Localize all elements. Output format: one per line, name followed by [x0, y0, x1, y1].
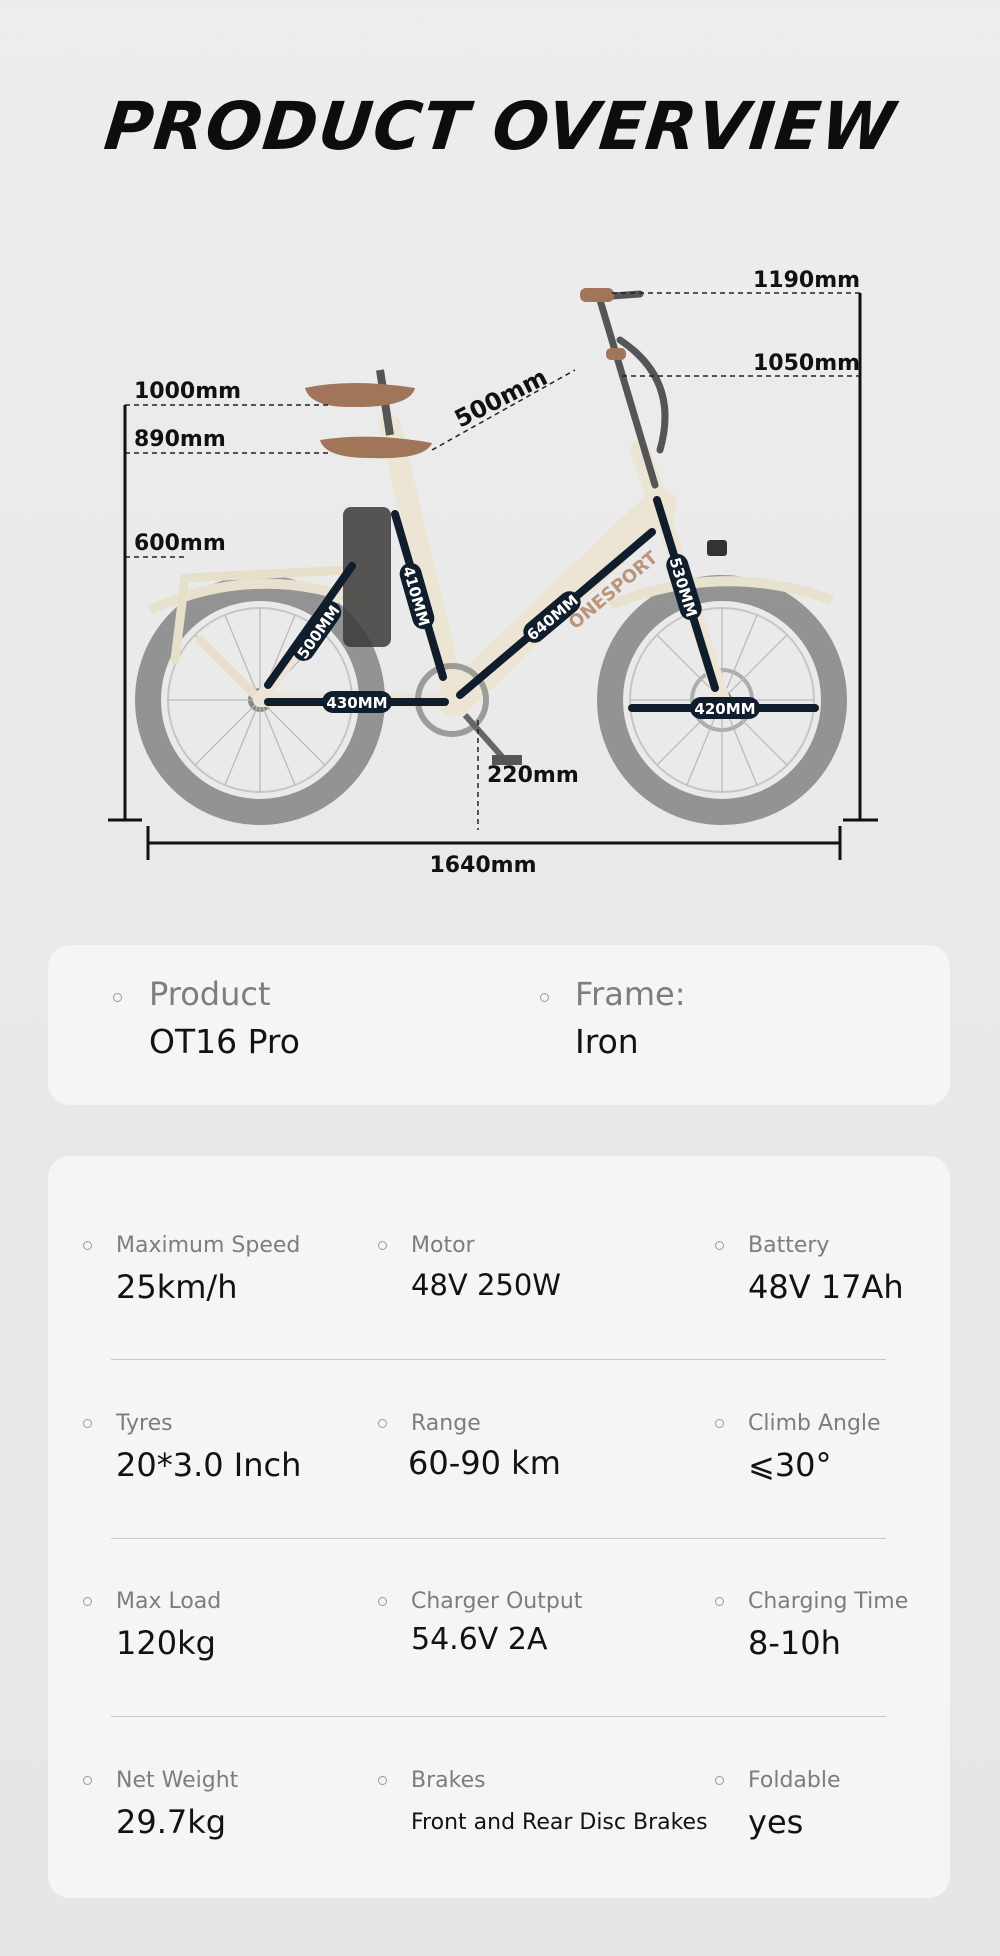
overview-label: Product — [149, 975, 271, 1013]
bullet-icon — [378, 1597, 387, 1606]
spec-value: 54.6V 2A — [411, 1622, 548, 1657]
spec-value: ⩽30° — [748, 1446, 832, 1484]
bullet-icon — [83, 1776, 92, 1785]
bullet-icon — [715, 1419, 724, 1428]
bullet-icon — [715, 1776, 724, 1785]
bullet-icon — [715, 1241, 724, 1250]
bullet-icon — [83, 1597, 92, 1606]
overview-value: Iron — [575, 1022, 639, 1061]
bullet-icon — [83, 1419, 92, 1428]
spec-value: 60-90 km — [408, 1444, 561, 1482]
saddle-high — [305, 383, 415, 408]
spec-value: 48V 17Ah — [748, 1268, 904, 1306]
row-divider — [111, 1359, 886, 1360]
handlebar-high-label: 1190mm — [753, 268, 860, 293]
spec-label: Charging Time — [748, 1589, 909, 1614]
bullet-icon — [378, 1241, 387, 1250]
bike-dimension-diagram: ONESPORT 500MM 410MM 430MM 640MM 530MM 4… — [108, 268, 878, 878]
row-divider — [111, 1538, 886, 1539]
handlebar — [581, 290, 669, 489]
seat-to-handlebar-label: 500mm — [450, 363, 552, 433]
spec-value: 48V 250W — [411, 1268, 561, 1302]
bullet-icon — [540, 993, 549, 1002]
handlebar-low-label: 1050mm — [753, 351, 860, 376]
battery-pack — [343, 507, 391, 647]
spec-label: Climb Angle — [748, 1411, 881, 1436]
spec-label: Range — [411, 1411, 481, 1436]
page-title: PRODUCT OVERVIEW — [100, 88, 900, 165]
spec-label: Charger Output — [411, 1589, 583, 1614]
overview-value: OT16 Pro — [149, 1022, 300, 1061]
bullet-icon — [378, 1419, 387, 1428]
spec-value: 29.7kg — [116, 1803, 227, 1841]
specs-card: Maximum Speed 25km/h Motor 48V 250W Batt… — [48, 1156, 950, 1898]
spec-label: Motor — [411, 1233, 475, 1258]
spec-value: 8-10h — [748, 1624, 841, 1662]
spec-label: Brakes — [411, 1768, 486, 1793]
rack-height-label: 600mm — [134, 531, 226, 556]
chain-stay-label: 430MM — [326, 694, 387, 712]
spec-label: Max Load — [116, 1589, 222, 1614]
spec-value: 25km/h — [116, 1268, 238, 1306]
seat-low-label: 890mm — [134, 427, 226, 452]
ground-clearance-label: 220mm — [487, 763, 579, 788]
bullet-icon — [715, 1597, 724, 1606]
spec-value: 20*3.0 Inch — [116, 1446, 302, 1484]
saddle-low — [320, 436, 432, 459]
overview-label: Frame: — [575, 975, 686, 1013]
wheel-label: 420MM — [694, 700, 755, 718]
spec-label: Battery — [748, 1233, 830, 1258]
bullet-icon — [83, 1241, 92, 1250]
seat-high-label: 1000mm — [134, 379, 241, 404]
spec-value: 120kg — [116, 1624, 216, 1662]
spec-label: Net Weight — [116, 1768, 239, 1793]
spec-value: yes — [748, 1803, 804, 1841]
bullet-icon — [378, 1776, 387, 1785]
spec-value: Front and Rear Disc Brakes — [411, 1810, 708, 1835]
overview-card: Product OT16 Pro Frame: Iron — [48, 945, 950, 1105]
spec-label: Maximum Speed — [116, 1233, 301, 1258]
spec-label: Tyres — [116, 1411, 173, 1436]
bullet-icon — [113, 993, 122, 1002]
length-label: 1640mm — [429, 853, 536, 878]
spec-label: Foldable — [748, 1768, 841, 1793]
row-divider — [111, 1716, 886, 1717]
